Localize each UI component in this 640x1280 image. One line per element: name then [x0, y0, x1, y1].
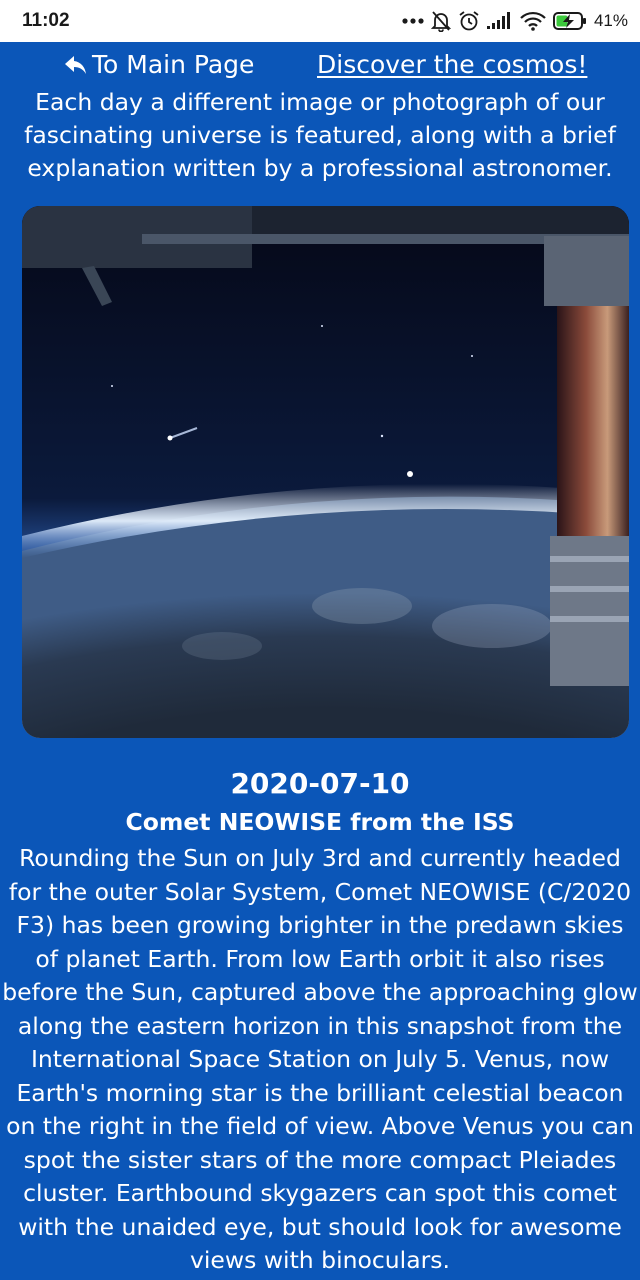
battery-charging-icon — [552, 11, 587, 31]
apod-title: Comet NEOWISE from the ISS — [125, 808, 515, 836]
status-time: 11:02 — [22, 10, 70, 31]
featured-photo[interactable] — [22, 206, 629, 738]
apod-screen: 11:02 41% To Main Page Discover the cosm… — [0, 0, 640, 1280]
to-main-page-link[interactable]: To Main Page — [64, 50, 254, 79]
intro-text: Each day a different image or photograph… — [24, 88, 616, 182]
status-icons: 41% — [402, 10, 628, 32]
top-nav: To Main Page Discover the cosmos! — [0, 48, 640, 86]
alarm-icon — [458, 10, 480, 32]
apod-explanation: Rounding the Sun on July 3rd and current… — [2, 844, 638, 1274]
reply-arrow-icon — [64, 54, 88, 76]
apod-date: 2020-07-10 — [230, 767, 410, 800]
to-main-page-label: To Main Page — [92, 50, 255, 79]
signal-icon — [486, 12, 513, 30]
mute-bell-icon — [430, 10, 451, 32]
more-dots-icon — [402, 17, 424, 25]
discover-cosmos-link[interactable]: Discover the cosmos! — [317, 50, 587, 79]
status-bar: 11:02 41% — [0, 0, 640, 42]
wifi-icon — [520, 11, 546, 31]
battery-percentage: 41% — [593, 11, 628, 30]
